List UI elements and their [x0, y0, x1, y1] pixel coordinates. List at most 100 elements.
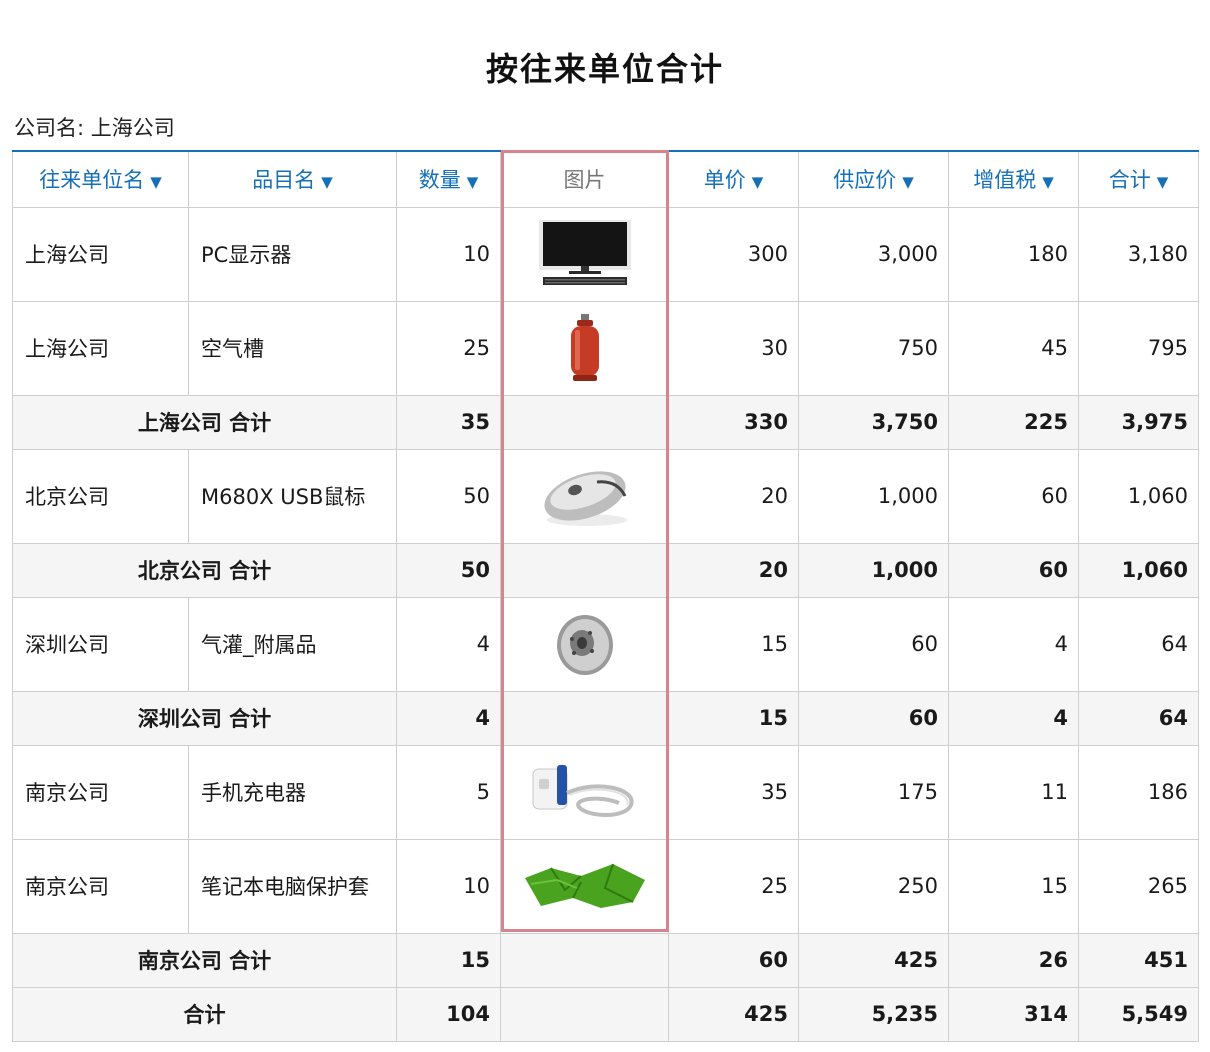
sort-caret-icon: ▼ — [1042, 173, 1054, 192]
cell-qty: 50 — [396, 542, 501, 598]
cell-grand-total-label: 合计 — [12, 986, 397, 1042]
cell-vat: 60 — [948, 542, 1079, 598]
company-line: 公司名: 上海公司 — [14, 112, 175, 142]
company-label: 公司名: — [14, 116, 85, 140]
cell-total: 3,180 — [1078, 206, 1199, 302]
cell-supply-price: 60 — [798, 596, 949, 692]
cell-item: 手机充电器 — [188, 744, 397, 840]
cell-partner: 深圳公司 — [12, 596, 189, 692]
cell-supply-price: 3,000 — [798, 206, 949, 302]
cell-image — [500, 542, 669, 598]
cell-total: 64 — [1078, 690, 1199, 746]
cell-qty: 25 — [396, 300, 501, 396]
cell-partner: 上海公司 — [12, 206, 189, 302]
cell-unit-price: 35 — [668, 744, 799, 840]
cell-qty: 4 — [396, 690, 501, 746]
column-header-total[interactable]: 合计 ▼ — [1078, 150, 1199, 208]
cell-supply-price: 3,750 — [798, 394, 949, 450]
cell-vat: 60 — [948, 448, 1079, 544]
cell-total: 265 — [1078, 838, 1199, 934]
cell-supply-price: 750 — [798, 300, 949, 396]
cell-total: 3,975 — [1078, 394, 1199, 450]
cell-qty: 15 — [396, 932, 501, 988]
cell-image — [500, 744, 669, 840]
cell-subtotal-label: 上海公司 合计 — [12, 394, 397, 450]
table-row: 上海公司 空气槽 25 30 750 45 795 — [12, 300, 1199, 396]
cell-image — [500, 690, 669, 746]
column-header-qty[interactable]: 数量 ▼ — [396, 150, 501, 208]
sort-caret-icon: ▼ — [321, 173, 333, 192]
cell-supply-price: 250 — [798, 838, 949, 934]
column-header-vat[interactable]: 增值税 ▼ — [948, 150, 1079, 208]
cell-image — [500, 838, 669, 934]
cell-unit-price: 25 — [668, 838, 799, 934]
column-header-item[interactable]: 品目名 ▼ — [188, 150, 397, 208]
cell-partner: 南京公司 — [12, 838, 189, 934]
cell-qty: 4 — [396, 596, 501, 692]
cell-unit-price: 15 — [668, 690, 799, 746]
column-header-unit-price[interactable]: 单价 ▼ — [668, 150, 799, 208]
cell-qty: 104 — [396, 986, 501, 1042]
cell-vat: 26 — [948, 932, 1079, 988]
cell-qty: 35 — [396, 394, 501, 450]
cell-partner: 南京公司 — [12, 744, 189, 840]
cell-vat: 4 — [948, 690, 1079, 746]
cell-subtotal-label: 深圳公司 合计 — [12, 690, 397, 746]
column-header-supply-price[interactable]: 供应价 ▼ — [798, 150, 949, 208]
cell-unit-price: 60 — [668, 932, 799, 988]
cell-vat: 225 — [948, 394, 1079, 450]
cell-unit-price: 20 — [668, 448, 799, 544]
table-row: 上海公司 PC显示器 10 300 3,000 180 3,180 — [12, 206, 1199, 302]
cell-image — [500, 596, 669, 692]
cell-total: 1,060 — [1078, 448, 1199, 544]
cell-qty: 5 — [396, 744, 501, 840]
cell-total: 64 — [1078, 596, 1199, 692]
monitor-icon[interactable] — [535, 218, 635, 290]
cell-image — [500, 448, 669, 544]
cell-total: 5,549 — [1078, 986, 1199, 1042]
cell-item: 气灌_附属品 — [188, 596, 397, 692]
cell-unit-price: 300 — [668, 206, 799, 302]
cell-supply-price: 5,235 — [798, 986, 949, 1042]
green-cloth-icon[interactable] — [521, 858, 649, 914]
charger-icon[interactable] — [527, 759, 643, 825]
cell-vat: 180 — [948, 206, 1079, 302]
header-row: 往来单位名 ▼ 品目名 ▼ 数量 ▼ 图片 单价 ▼ 供应价 ▼ 增值税 ▼ 合计 ▼ — [12, 150, 1199, 208]
cell-supply-price: 425 — [798, 932, 949, 988]
cell-subtotal-label: 北京公司 合计 — [12, 542, 397, 598]
cell-partner: 上海公司 — [12, 300, 189, 396]
cell-partner: 北京公司 — [12, 448, 189, 544]
table-row: 北京公司 M680X USB鼠标 50 20 1,000 60 1,060 — [12, 448, 1199, 544]
column-header-partner[interactable]: 往来单位名 ▼ — [12, 150, 189, 208]
cell-total: 451 — [1078, 932, 1199, 988]
sort-caret-icon: ▼ — [150, 173, 162, 192]
cell-image — [500, 986, 669, 1042]
cell-item: PC显示器 — [188, 206, 397, 302]
subtotal-row: 深圳公司 合计 4 15 60 4 64 — [12, 690, 1199, 746]
cell-vat: 4 — [948, 596, 1079, 692]
brake-disc-icon[interactable] — [550, 609, 620, 679]
cell-vat: 314 — [948, 986, 1079, 1042]
cell-supply-price: 175 — [798, 744, 949, 840]
report-title: 按往来单位合计 — [485, 50, 724, 88]
sort-caret-icon: ▼ — [466, 173, 479, 192]
sort-caret-icon: ▼ — [751, 173, 764, 192]
company-value: 上海公司 — [90, 116, 175, 140]
sort-caret-icon: ▼ — [902, 173, 914, 192]
table-row: 南京公司 手机充电器 5 35 175 11 186 — [12, 744, 1199, 840]
cell-supply-price: 1,000 — [798, 448, 949, 544]
column-header-image: 图片 — [500, 150, 669, 208]
mouse-icon[interactable] — [537, 462, 633, 530]
cell-qty: 50 — [396, 448, 501, 544]
subtotal-row: 上海公司 合计 35 330 3,750 225 3,975 — [12, 394, 1199, 450]
cell-image — [500, 206, 669, 302]
table-row: 深圳公司 气灌_附属品 4 15 60 4 64 — [12, 596, 1199, 692]
subtotal-row: 北京公司 合计 50 20 1,000 60 1,060 — [12, 542, 1199, 598]
cell-unit-price: 30 — [668, 300, 799, 396]
gas-cylinder-icon[interactable] — [565, 312, 605, 384]
cell-item: 空气槽 — [188, 300, 397, 396]
cell-qty: 10 — [396, 838, 501, 934]
cell-unit-price: 425 — [668, 986, 799, 1042]
cell-unit-price: 15 — [668, 596, 799, 692]
cell-supply-price: 60 — [798, 690, 949, 746]
